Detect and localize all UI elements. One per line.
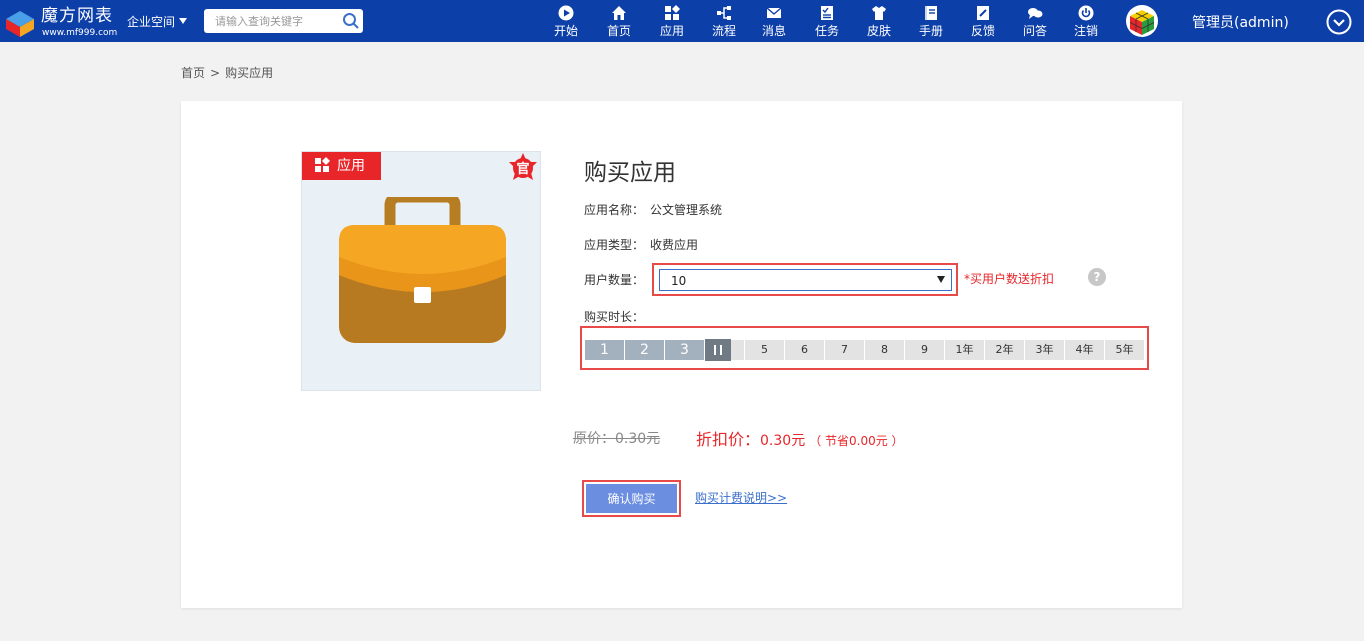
user-count-value: 10 [671,274,687,288]
nav-logout-label: 注销 [1073,24,1098,38]
avatar[interactable] [1125,4,1159,38]
chevron-down-circle-icon[interactable] [1326,9,1352,35]
app-tag: 应用 [302,152,381,180]
help-icon[interactable]: ? [1088,268,1106,286]
nav-manual[interactable]: 手册 [912,4,950,40]
app-image: 应用 官 [301,151,541,391]
duration-option[interactable]: 7 [825,340,865,360]
app-tag-label: 应用 [337,158,365,174]
shirt-icon [872,6,886,20]
slider-handle[interactable] [705,339,731,361]
app-type-label: 应用类型： [584,238,645,252]
manual-icon [925,6,937,20]
nav-start-label: 开始 [553,24,578,38]
pricing-info-link[interactable]: 购买计费说明>> [695,489,787,506]
briefcase-icon [339,197,506,343]
play-icon [558,5,574,21]
saved-amount: （ 节省0.00元 ） [809,434,904,448]
discount-note: *买用户数送折扣 [964,272,1055,286]
duration-option[interactable]: 1年 [945,340,985,360]
app-name-row: 应用名称： 公文管理系统 [584,201,722,218]
nav-manual-label: 手册 [918,24,943,38]
apps-icon [665,5,680,20]
nav-flow-label: 流程 [711,24,736,38]
nav-feedback-label: 反馈 [970,24,995,38]
app-name-label: 应用名称： [584,203,645,217]
task-icon [821,6,833,20]
nav-tasks[interactable]: 任务 [808,4,846,40]
nav-logout[interactable]: 注销 [1067,4,1105,40]
enterprise-space-label: 企业空间 [127,15,176,29]
original-price: 原价：0.30元 [573,431,661,447]
nav-home[interactable]: 首页 [600,4,638,40]
official-badge: 官 [506,152,540,186]
logo-cube-icon [6,11,34,37]
nav-messages-label: 消息 [761,24,786,38]
breadcrumb-home-link[interactable]: 首页 [181,66,205,80]
nav-messages[interactable]: 消息 [755,4,793,40]
search-input[interactable] [204,9,339,33]
user-count-label: 用户数量： [584,273,645,287]
duration-option[interactable]: 3 [665,340,705,360]
duration-option[interactable]: 2 [625,340,665,360]
duration-option[interactable]: 4年 [1065,340,1105,360]
dropdown-arrow-icon [937,276,945,283]
nav-qa[interactable]: 问答 [1016,4,1054,40]
duration-option[interactable]: 8 [865,340,905,360]
user-name[interactable]: 管理员(admin) [1192,12,1289,32]
page-title: 购买应用 [584,160,676,186]
duration-slider[interactable]: 1 2 3 5 6 7 8 9 1年 2年 3年 4年 5年 [585,339,1145,361]
user-count-highlight: 10 [652,263,958,296]
app-name-value: 公文管理系统 [650,203,723,217]
nav-qa-label: 问答 [1022,24,1047,38]
nav-apps[interactable]: 应用 [653,4,691,40]
app-type-value: 收费应用 [650,238,699,252]
discount-price: 折扣价：0.30元（ 节省0.00元 ） [696,426,904,450]
power-icon [1078,5,1094,21]
duration-label: 购买时长： [584,310,645,324]
top-bar: 魔方网表 www.mf999.com 企业空间 开始 首页 应用 流程 消息 任… [0,0,1364,42]
logo-title: 魔方网表 [41,6,113,26]
discount-price-value: 0.30元 [760,433,806,449]
mail-icon [766,7,782,18]
duration-option[interactable]: 2年 [985,340,1025,360]
flow-icon [717,6,731,20]
duration-option[interactable]: 6 [785,340,825,360]
search-icon[interactable] [342,12,360,30]
logo-url: www.mf999.com [42,28,118,38]
duration-option[interactable]: 1 [585,340,625,360]
confirm-highlight: 确认购买 [582,480,681,517]
purchase-card: 应用 官 购买应用 应用名称： 公文管理系统 应用类型： 收费应用 用户数量： 10 [181,101,1182,608]
apps-icon [315,157,330,172]
nav-tasks-label: 任务 [814,24,839,38]
search-box [204,9,363,33]
nav-start[interactable]: 开始 [547,4,585,40]
caret-down-icon [179,18,188,24]
breadcrumb-separator: > [210,66,221,80]
nav-flow[interactable]: 流程 [705,4,743,40]
duration-highlight: 1 2 3 5 6 7 8 9 1年 2年 3年 4年 5年 [580,326,1149,370]
duration-option[interactable]: 5年 [1105,340,1145,360]
breadcrumb: 首页 > 购买应用 [181,64,273,81]
app-type-row: 应用类型： 收费应用 [584,236,698,253]
logo[interactable]: 魔方网表 www.mf999.com [4,4,118,38]
nav-home-label: 首页 [606,24,631,38]
discount-price-label: 折扣价： [696,430,761,449]
home-icon [612,6,626,20]
official-badge-label: 官 [516,162,530,177]
breadcrumb-current: 购买应用 [225,66,274,80]
qa-icon [1028,8,1043,19]
nav-skin[interactable]: 皮肤 [860,4,898,40]
duration-option[interactable]: 9 [905,340,945,360]
nav-skin-label: 皮肤 [866,24,891,38]
feedback-icon [977,6,989,20]
nav-apps-label: 应用 [659,24,684,38]
confirm-purchase-button[interactable]: 确认购买 [586,484,677,513]
duration-option[interactable]: 3年 [1025,340,1065,360]
duration-option[interactable]: 5 [745,340,785,360]
nav-feedback[interactable]: 反馈 [964,4,1002,40]
enterprise-space-dropdown[interactable]: 企业空间 [127,13,188,30]
user-count-select[interactable]: 10 [659,269,952,291]
